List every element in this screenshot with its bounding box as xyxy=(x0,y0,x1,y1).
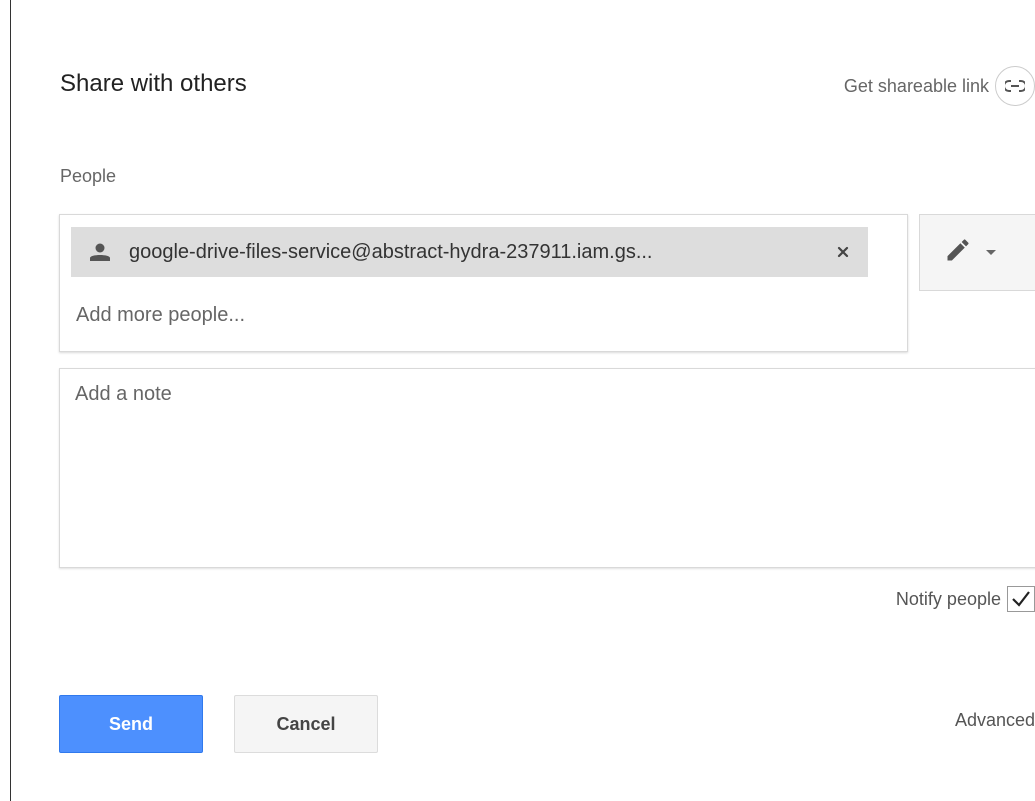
close-icon[interactable] xyxy=(832,241,854,263)
add-note-textarea[interactable] xyxy=(59,368,1035,568)
notify-people-checkbox[interactable] xyxy=(1007,586,1035,612)
permission-dropdown-button[interactable] xyxy=(919,214,1035,291)
notify-people-label: Notify people xyxy=(895,588,1001,609)
share-link-label: Get shareable link xyxy=(843,75,989,96)
advanced-link[interactable]: Advanced xyxy=(955,710,1035,731)
dialog-title: Share with others xyxy=(60,70,247,97)
pencil-icon xyxy=(944,236,972,269)
send-button[interactable]: Send xyxy=(59,695,203,753)
add-people-input[interactable] xyxy=(76,297,876,333)
link-icon xyxy=(995,66,1035,106)
cancel-button[interactable]: Cancel xyxy=(234,695,378,753)
recipient-chip[interactable]: google-drive-files-service@abstract-hydr… xyxy=(71,227,868,277)
share-dialog: Share with others Get shareable link Peo… xyxy=(0,0,1035,801)
people-input-box[interactable]: google-drive-files-service@abstract-hydr… xyxy=(59,214,908,352)
checkmark-icon xyxy=(1012,591,1030,607)
caret-down-icon xyxy=(986,250,996,255)
window-edge xyxy=(10,0,11,801)
people-section-label: People xyxy=(60,166,117,186)
notify-people-option[interactable]: Notify people xyxy=(896,584,1035,614)
person-icon xyxy=(87,239,113,265)
recipient-email: google-drive-files-service@abstract-hydr… xyxy=(129,240,653,263)
get-shareable-link-button[interactable]: Get shareable link xyxy=(844,66,1035,106)
